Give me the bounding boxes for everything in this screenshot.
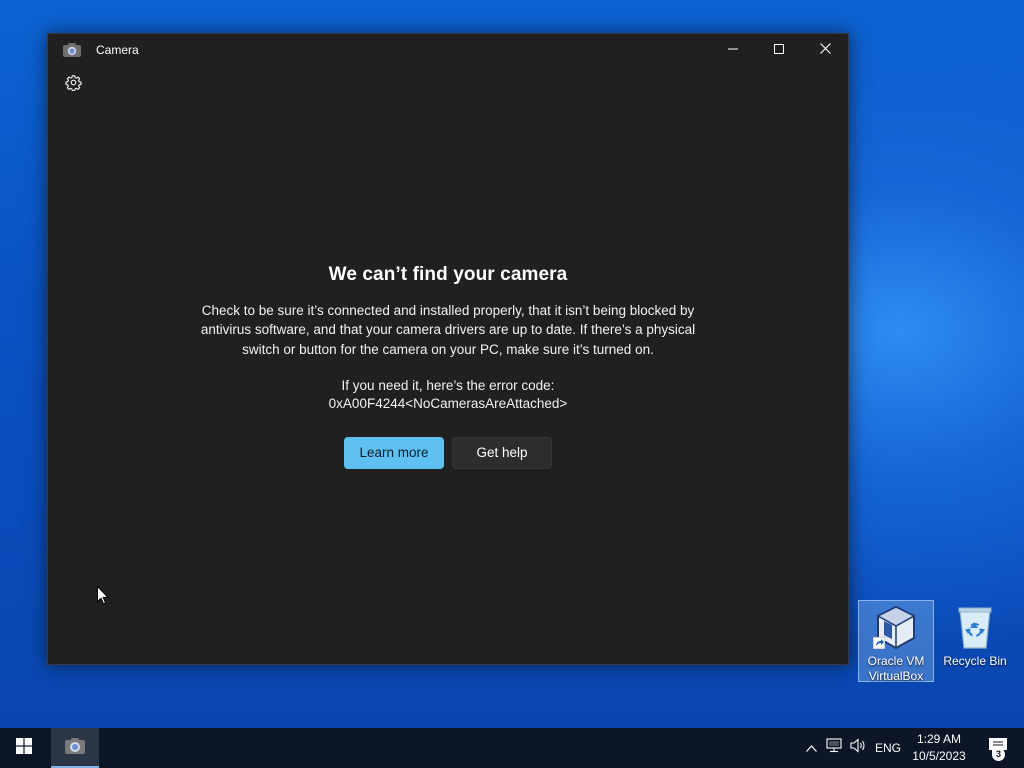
error-panel: We can’t find your camera Check to be su… <box>48 264 848 469</box>
taskbar: ENG 1:29 AM 10/5/2023 <box>0 728 1024 768</box>
desktop-icon-label: VirtualBox <box>868 669 924 683</box>
notification-badge: 3 <box>992 748 1005 761</box>
error-code: 0xA00F4244<NoCamerasAreAttached> <box>328 396 568 412</box>
network-icon <box>826 738 844 758</box>
start-button[interactable] <box>0 728 48 768</box>
desktop-icon-label: Recycle Bin <box>943 654 1007 668</box>
clock-time: 1:29 AM <box>916 732 962 746</box>
windows-logo-icon <box>16 737 32 759</box>
learn-more-button[interactable]: Learn more <box>344 436 444 469</box>
desktop-icon-recycle-bin[interactable]: Recycle Bin <box>937 600 1013 670</box>
taskbar-clock[interactable]: 1:29 AM 10/5/2023 <box>906 731 972 765</box>
notification-count: 3 <box>992 748 1005 761</box>
camera-icon <box>64 737 86 760</box>
chevron-up-icon <box>805 739 817 757</box>
shortcut-arrow-icon <box>873 637 885 649</box>
window-title: Camera <box>96 43 139 57</box>
recycle-bin-icon <box>937 600 1013 650</box>
close-icon <box>819 41 831 59</box>
maximize-icon <box>774 41 784 59</box>
input-language-indicator[interactable]: ENG <box>874 728 902 768</box>
camera-app-icon <box>62 42 82 58</box>
button-row: Learn more Get help <box>48 436 848 469</box>
close-button[interactable] <box>802 34 848 66</box>
camera-window: Camera We can’t find your camera Check t… <box>47 33 849 665</box>
show-hidden-icons-button[interactable] <box>802 728 820 768</box>
settings-button[interactable] <box>62 74 84 96</box>
taskbar-camera-app[interactable] <box>51 728 99 768</box>
error-description: Check to be sure it’s connected and inst… <box>200 303 696 357</box>
mouse-cursor-icon <box>97 585 110 610</box>
error-code-intro: If you need it, here’s the error code: <box>341 377 555 393</box>
error-heading: We can’t find your camera <box>328 264 568 285</box>
clock-date: 10/5/2023 <box>912 749 966 763</box>
speaker-icon <box>850 738 868 758</box>
minimize-icon <box>728 41 738 59</box>
maximize-button[interactable] <box>756 34 802 66</box>
desktop-icon-label: Oracle VM <box>867 654 925 668</box>
title-bar[interactable]: Camera <box>48 34 848 66</box>
virtualbox-icon <box>859 601 933 651</box>
volume-button[interactable] <box>848 728 870 768</box>
gear-icon <box>64 74 82 96</box>
minimize-button[interactable] <box>710 34 756 66</box>
desktop-icon-virtualbox[interactable]: Oracle VM VirtualBox <box>858 600 934 683</box>
get-help-button[interactable]: Get help <box>452 436 552 469</box>
network-button[interactable] <box>824 728 846 768</box>
